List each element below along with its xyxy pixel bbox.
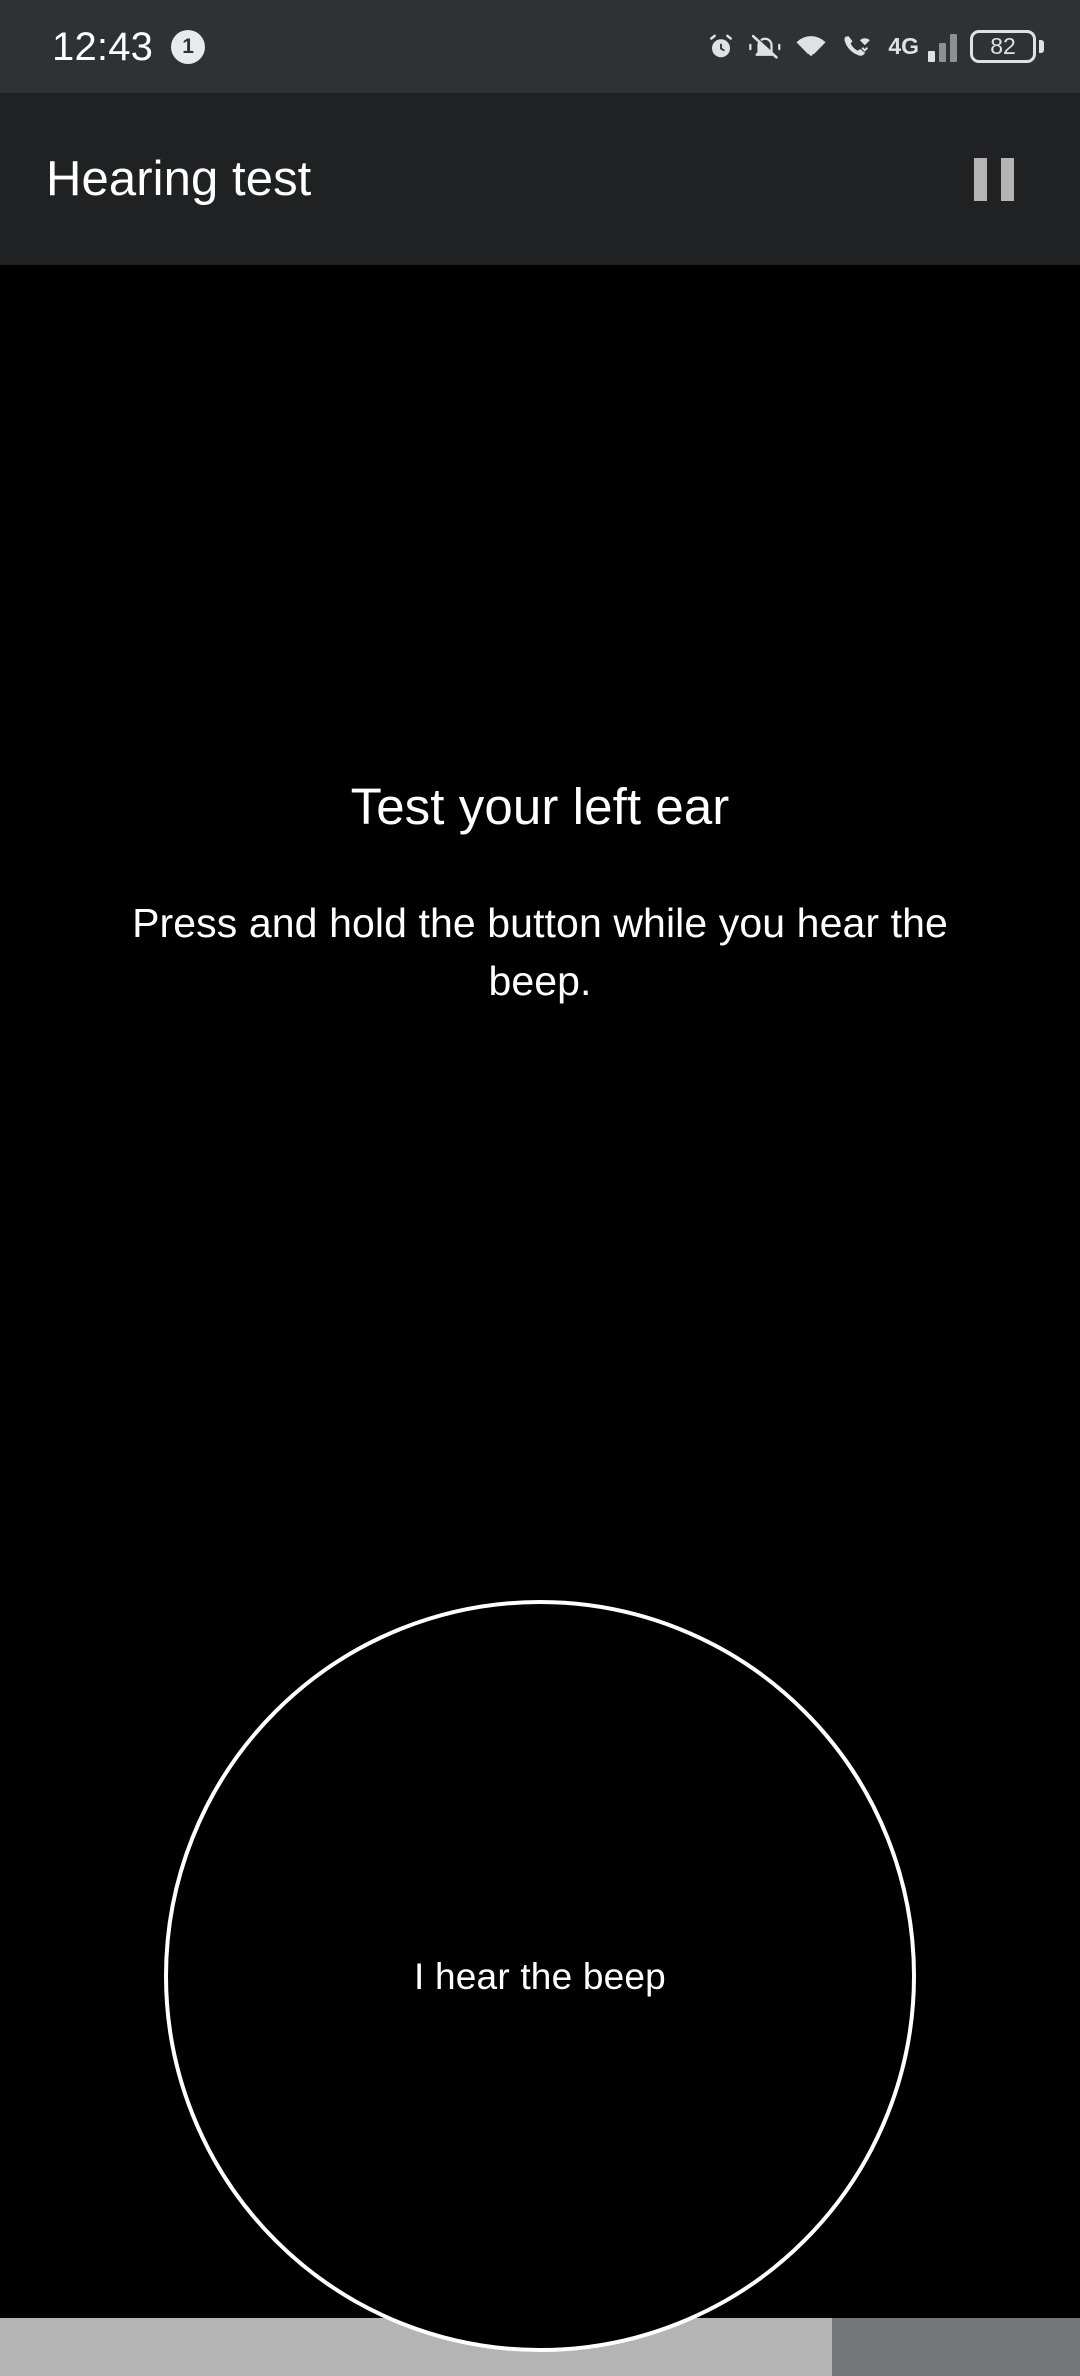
alarm-icon xyxy=(706,32,736,62)
page-title: Hearing test xyxy=(46,151,312,206)
test-headline: Test your left ear xyxy=(350,778,730,835)
hearing-test-screen: 12:43 1 4G 82 Hearing test Test your lef… xyxy=(0,0,1080,2376)
battery-level-label: 82 xyxy=(990,33,1016,59)
i-hear-the-beep-button[interactable]: I hear the beep xyxy=(164,1600,916,2352)
wifi-icon xyxy=(794,33,828,61)
main-content: Test your left ear Press and hold the bu… xyxy=(0,265,1080,2352)
pause-bar-left xyxy=(974,157,987,201)
app-bar: Hearing test xyxy=(0,93,1080,265)
notification-count-badge: 1 xyxy=(171,29,206,64)
battery-cap xyxy=(1039,40,1044,53)
vibrate-off-icon xyxy=(749,32,781,62)
status-clock: 12:43 xyxy=(52,24,154,69)
wifi-calling-icon xyxy=(841,32,875,62)
signal-bars-icon xyxy=(928,32,957,62)
network-type-label: 4G xyxy=(888,33,919,59)
test-instruction: Press and hold the button while you hear… xyxy=(132,900,948,1005)
status-bar-left: 12:43 1 xyxy=(52,24,206,69)
progress-track xyxy=(831,2318,1080,2376)
status-bar-right: 4G 82 xyxy=(706,30,1044,63)
pause-icon[interactable] xyxy=(960,144,1028,215)
status-bar: 12:43 1 4G 82 xyxy=(0,0,1080,93)
beep-button-label: I hear the beep xyxy=(414,1955,666,1997)
battery-icon: 82 xyxy=(970,30,1044,63)
pause-bar-right xyxy=(1001,157,1014,201)
